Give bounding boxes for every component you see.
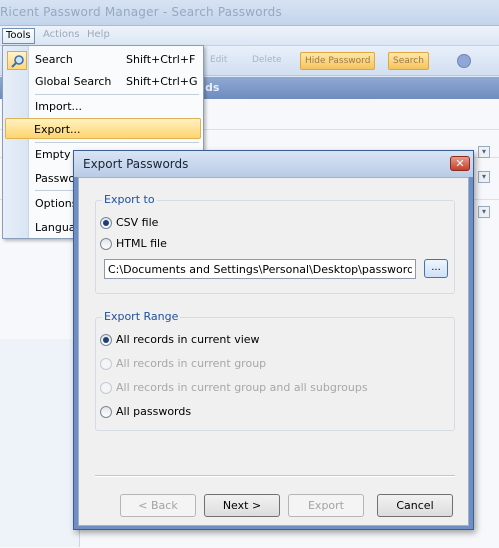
cancel-button[interactable]: Cancel: [377, 494, 453, 517]
search-icon: [7, 51, 27, 70]
menu-item-label: Global Search: [35, 75, 112, 88]
delete-button[interactable]: Delete: [248, 52, 286, 70]
menu-actions[interactable]: Actions: [40, 28, 83, 44]
side-panel: [0, 339, 80, 547]
menu-separator: [35, 94, 199, 95]
menu-tools[interactable]: Tools: [2, 28, 35, 44]
menu-item-global-search[interactable]: Global Search Shift+Ctrl+G: [5, 71, 201, 92]
dialog-titlebar[interactable]: Export Passwords ✕: [74, 151, 473, 177]
radio-button: [100, 358, 112, 370]
export-button[interactable]: Export: [288, 494, 364, 517]
menu-item-label: Search: [35, 53, 73, 66]
export-to-group: Export to CSV file HTML file ...: [95, 193, 455, 294]
chevron-down-icon[interactable]: ▾: [478, 171, 490, 183]
menu-item-import[interactable]: Import...: [5, 96, 201, 117]
dialog-body: Export to CSV file HTML file ... Export …: [78, 177, 469, 526]
menu-item-label: Export...: [34, 123, 81, 136]
menu-item-shortcut: Shift+Ctrl+F: [126, 53, 196, 66]
export-path-input[interactable]: [104, 259, 416, 279]
search-button[interactable]: Search: [388, 52, 429, 70]
next-button[interactable]: Next >: [204, 494, 280, 517]
menubar: Tools Actions Help: [0, 26, 499, 46]
menu-separator: [35, 142, 199, 143]
dialog-title: Export Passwords: [83, 157, 189, 171]
radio-button[interactable]: [100, 334, 112, 346]
export-passwords-dialog: Export Passwords ✕ Export to CSV file HT…: [73, 150, 474, 530]
chevron-down-icon[interactable]: ▾: [478, 146, 490, 158]
browse-button[interactable]: ...: [424, 259, 448, 278]
menu-item-search[interactable]: Search Shift+Ctrl+F: [5, 49, 201, 70]
strip-label: ds: [205, 81, 220, 94]
radio-button[interactable]: [100, 238, 112, 250]
hide-password-button[interactable]: Hide Password: [300, 52, 376, 70]
menu-item-shortcut: Shift+Ctrl+G: [126, 75, 198, 88]
edit-button[interactable]: Edit: [206, 52, 231, 70]
radio-button[interactable]: [100, 406, 112, 418]
radio-label: All passwords: [116, 405, 192, 418]
menu-item-label: Import...: [35, 100, 82, 113]
radio-button[interactable]: [100, 217, 112, 229]
chevron-down-icon[interactable]: ▾: [478, 206, 490, 218]
radio-label: All records in current view: [116, 333, 260, 346]
radio-button: [100, 382, 112, 394]
radio-label: All records in current group and all sub…: [116, 381, 368, 394]
export-range-group: Export Range All records in current view…: [95, 310, 455, 431]
back-button[interactable]: < Back: [120, 494, 196, 517]
export-range-legend: Export Range: [102, 310, 181, 323]
radio-label: All records in current group: [116, 357, 267, 370]
close-icon[interactable]: ✕: [450, 156, 470, 171]
radio-label: CSV file: [116, 216, 159, 229]
menu-help[interactable]: Help: [84, 28, 113, 44]
app-titlebar: Ricent Password Manager - Search Passwor…: [0, 0, 499, 26]
menu-item-export[interactable]: Export...: [5, 118, 201, 139]
help-icon[interactable]: [457, 54, 471, 68]
button-divider: [95, 475, 455, 477]
app-title: Ricent Password Manager - Search Passwor…: [0, 5, 282, 19]
export-to-legend: Export to: [102, 193, 157, 206]
radio-label: HTML file: [116, 237, 167, 250]
